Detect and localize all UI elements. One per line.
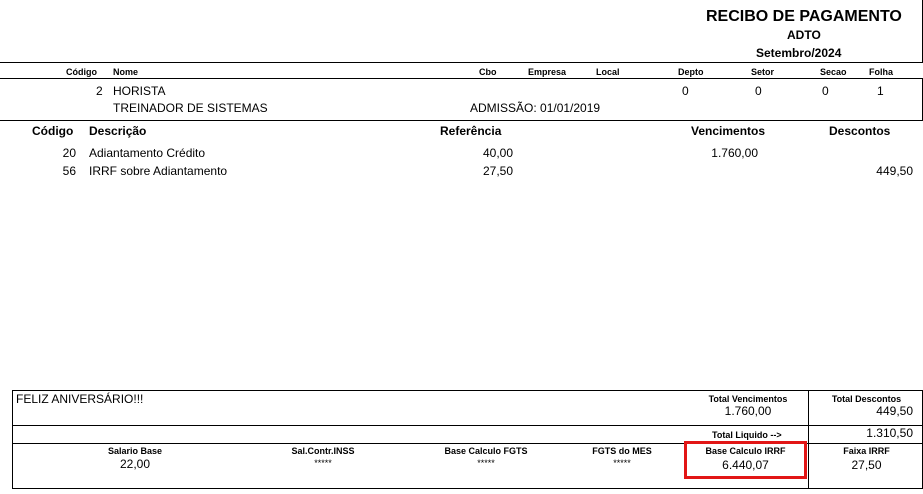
total-descontos-value: 449,50 [876, 404, 913, 418]
item-descricao: IRRF sobre Adiantamento [89, 164, 228, 178]
employee-setor: 0 [755, 84, 762, 98]
item-referencia: 40,00 [482, 146, 513, 160]
salario-base-value: 22,00 [119, 457, 151, 471]
base-fgts-value: ***** [477, 458, 495, 468]
col-secao: Secao [820, 67, 847, 77]
item-codigo: 56 [62, 164, 76, 178]
fgts-mes-label: FGTS do MES [592, 446, 652, 456]
col-cbo: Cbo [479, 67, 497, 77]
items-col-referencia: Referência [440, 124, 502, 138]
receipt-title: RECIBO DE PAGAMENTO [706, 8, 902, 25]
footer-divider-1 [12, 425, 923, 426]
total-liquido-label: Total Liquido --> [712, 430, 782, 440]
col-codigo: Código [66, 67, 97, 77]
base-irrf-value: 6.440,07 [722, 458, 769, 472]
footer-message: FELIZ ANIVERSÁRIO!!! [16, 392, 144, 406]
employee-secao: 0 [822, 84, 829, 98]
total-descontos-label: Total Descontos [831, 394, 902, 404]
item-referencia: 27,50 [482, 164, 513, 178]
item-descontos: 449,50 [876, 164, 913, 178]
faixa-irrf-label: Faixa IRRF [843, 446, 890, 456]
item-vencimentos: 1.760,00 [711, 146, 758, 160]
footer-vdivider-faixa [808, 443, 809, 489]
items-col-codigo: Código [32, 124, 74, 138]
employee-cargo: TREINADOR DE SISTEMAS [113, 101, 268, 115]
col-local: Local [596, 67, 620, 77]
total-vencimentos-value: 1.760,00 [724, 404, 772, 418]
employee-nome: HORISTA [113, 84, 166, 98]
base-fgts-label: Base Calculo FGTS [444, 446, 528, 456]
fgts-mes-value: ***** [613, 458, 631, 468]
total-liquido-value: 1.310,50 [866, 426, 913, 440]
item-descricao: Adiantamento Crédito [89, 146, 206, 160]
col-empresa: Empresa [528, 67, 567, 77]
items-col-vencimentos: Vencimentos [691, 124, 766, 138]
base-irrf-label: Base Calculo IRRF [705, 446, 786, 456]
col-depto: Depto [678, 67, 704, 77]
employee-folha: 1 [877, 84, 884, 98]
sal-contr-inss-label: Sal.Contr.INSS [291, 446, 355, 456]
items-col-descontos: Descontos [829, 124, 891, 138]
employee-codigo: 2 [96, 84, 103, 98]
receipt-period: Setembro/2024 [756, 46, 842, 60]
item-codigo: 20 [62, 146, 76, 160]
sal-contr-inss-value: ***** [314, 458, 332, 468]
items-col-descricao: Descrição [89, 124, 147, 138]
employee-depto: 0 [682, 84, 689, 98]
employee-admissao: ADMISSÃO: 01/01/2019 [470, 101, 601, 115]
faixa-irrf-value: 27,50 [851, 458, 882, 472]
col-setor: Setor [751, 67, 775, 77]
receipt-subtitle: ADTO [787, 28, 821, 42]
col-nome: Nome [113, 67, 139, 77]
footer-vdivider-totals [808, 390, 809, 443]
col-folha: Folha [869, 67, 893, 77]
total-vencimentos-label: Total Vencimentos [708, 394, 788, 404]
salario-base-label: Salario Base [107, 446, 163, 456]
